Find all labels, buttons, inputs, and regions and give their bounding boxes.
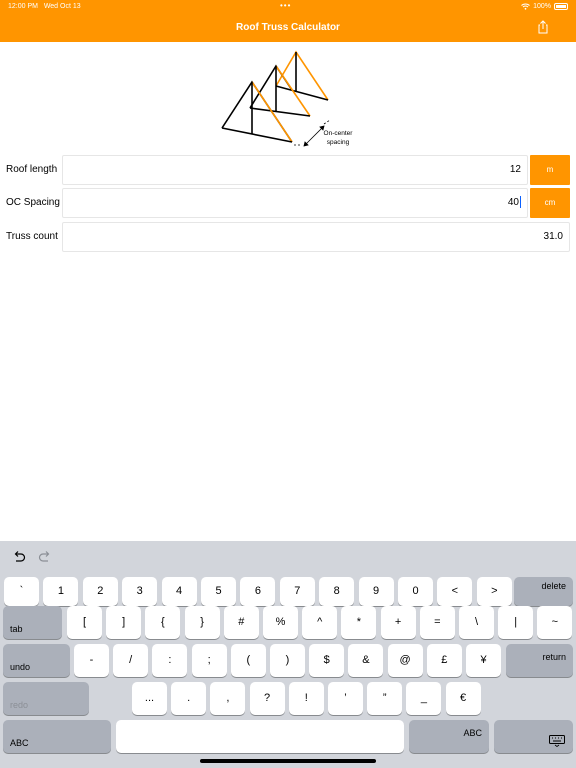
key[interactable]: |	[498, 606, 534, 639]
key[interactable]: 1	[43, 577, 79, 606]
abc-right-key[interactable]: ABC	[409, 720, 489, 753]
tab-key[interactable]: tab	[3, 606, 62, 639]
keyboard-dismiss-key[interactable]	[494, 720, 573, 753]
key[interactable]: +	[380, 606, 416, 639]
oc-spacing-row: OC Spacing 40 cm	[0, 188, 576, 218]
key[interactable]: 0	[398, 577, 433, 606]
key[interactable]: 3	[122, 577, 158, 606]
keyboard-toolbar	[0, 541, 576, 573]
key[interactable]: $	[309, 644, 345, 677]
key[interactable]: #	[223, 606, 259, 639]
key[interactable]: 7	[279, 577, 315, 606]
status-right: 100%	[521, 3, 568, 10]
key[interactable]: =	[419, 606, 455, 639]
key[interactable]: .	[171, 682, 207, 715]
roof-length-row: Roof length 12 m	[0, 155, 576, 185]
key[interactable]: &	[348, 644, 384, 677]
multitasking-dots-icon[interactable]: •••	[280, 1, 291, 10]
key[interactable]: <	[437, 577, 473, 606]
status-time: 12:00 PM Wed Oct 13	[8, 3, 81, 10]
key[interactable]: @	[387, 644, 423, 677]
key[interactable]: 8	[319, 577, 355, 606]
truss-count-value: 31.0	[543, 231, 563, 242]
undo-icon[interactable]	[12, 550, 26, 564]
undo-key[interactable]: undo	[3, 644, 70, 677]
abc-left-key[interactable]: ABC	[3, 720, 111, 753]
key[interactable]: ;	[191, 644, 227, 677]
oc-spacing-value: 40	[507, 197, 519, 208]
key[interactable]: (	[230, 644, 266, 677]
roof-length-value: 12	[509, 164, 521, 175]
key[interactable]: ...	[132, 682, 167, 715]
truss-diagram: On-center spacing	[221, 50, 354, 147]
key[interactable]: \	[459, 606, 494, 639]
key[interactable]: €	[445, 682, 481, 715]
key[interactable]: }	[184, 606, 220, 639]
key[interactable]: ¥	[466, 644, 501, 677]
text-caret	[520, 196, 521, 209]
key[interactable]: ~	[537, 606, 573, 639]
key[interactable]: 2	[82, 577, 118, 606]
key[interactable]: %	[263, 606, 298, 639]
key[interactable]: 5	[201, 577, 236, 606]
home-indicator	[200, 759, 376, 763]
roof-length-label: Roof length	[6, 164, 58, 175]
key[interactable]: _	[406, 682, 442, 715]
key[interactable]: {	[145, 606, 181, 639]
spacing-label-line2: spacing	[327, 139, 350, 146]
key[interactable]: £	[426, 644, 462, 677]
key[interactable]: ’	[328, 682, 363, 715]
truss-count-row: Truss count 31.0	[0, 222, 576, 252]
wifi-icon	[521, 3, 530, 10]
oc-spacing-input[interactable]: 40	[62, 188, 528, 218]
page-title: Roof Truss Calculator	[236, 22, 340, 33]
status-date: Wed Oct 13	[43, 3, 81, 10]
key[interactable]: *	[341, 606, 377, 639]
redo-key[interactable]: redo	[3, 682, 89, 715]
keyboard-dismiss-icon	[549, 735, 565, 747]
oc-spacing-label: OC Spacing	[6, 197, 60, 208]
return-key[interactable]: return	[506, 644, 573, 677]
key[interactable]: )	[270, 644, 305, 677]
app-window: 12:00 PM Wed Oct 13 ••• 100% Roof Truss …	[0, 0, 576, 768]
battery-percent: 100%	[533, 3, 551, 10]
key[interactable]: -	[74, 644, 109, 677]
oc-spacing-unit-button[interactable]: cm	[530, 188, 570, 218]
spacing-label-line1: On-center	[324, 130, 354, 137]
key[interactable]: 9	[358, 577, 394, 606]
key[interactable]: !	[288, 682, 324, 715]
navigation-bar: 12:00 PM Wed Oct 13 ••• 100% Roof Truss …	[0, 0, 576, 42]
truss-count-label: Truss count	[6, 231, 58, 242]
key[interactable]: [	[67, 606, 102, 639]
delete-key[interactable]: delete	[514, 577, 573, 606]
roof-length-unit-button[interactable]: m	[530, 155, 570, 185]
on-screen-keyboard: ` 1 2 3 4 5 6 7 8 9 0 < > delete tab []{} #% ^ * + = \ | ~ u…	[0, 541, 576, 768]
battery-icon	[554, 3, 568, 10]
key[interactable]: 6	[240, 577, 276, 606]
truss-middle	[249, 64, 311, 117]
truss-back	[275, 50, 329, 101]
key[interactable]: >	[476, 577, 512, 606]
key[interactable]: ”	[367, 682, 403, 715]
share-icon[interactable]	[536, 20, 550, 34]
key[interactable]: ,	[210, 682, 246, 715]
redo-icon[interactable]	[38, 550, 52, 564]
key[interactable]: :	[152, 644, 188, 677]
space-key[interactable]	[116, 720, 404, 753]
truss-count-output: 31.0	[62, 222, 570, 252]
key[interactable]: ?	[249, 682, 285, 715]
key[interactable]: 4	[161, 577, 197, 606]
key[interactable]: ]	[106, 606, 142, 639]
key[interactable]: /	[113, 644, 149, 677]
key[interactable]: `	[4, 577, 39, 606]
key[interactable]: ^	[302, 606, 338, 639]
roof-length-input[interactable]: 12	[62, 155, 528, 185]
